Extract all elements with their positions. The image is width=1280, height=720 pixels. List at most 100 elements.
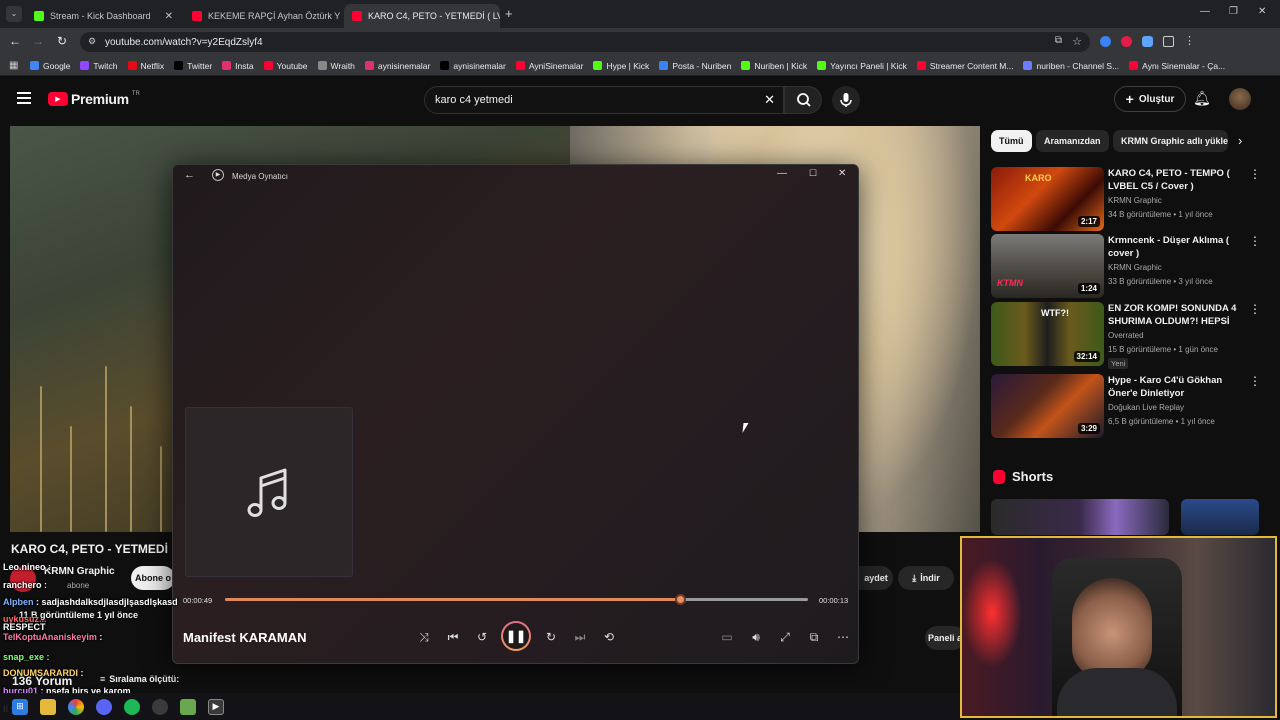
bookmark-item[interactable]: Yayıncı Paneli | Kick <box>817 61 907 71</box>
address-bar[interactable]: ⚙ youtube.com/watch?v=y2EqdZslyf4 ☆ ⧉ <box>80 32 1090 52</box>
kick-icon <box>34 11 44 21</box>
mini-player-button[interactable]: ⧉ <box>802 625 826 649</box>
fullscreen-button[interactable]: ⤢ <box>773 625 797 649</box>
menu-dots-icon[interactable]: ⋮ <box>1184 36 1195 47</box>
tab-search-icon[interactable]: ⌄ <box>6 6 22 22</box>
repeat-off-button[interactable]: ⟲ <box>597 625 621 649</box>
sort-label: Sıralama ölçütü: <box>109 674 180 684</box>
chip-all[interactable]: Tümü <box>991 130 1032 152</box>
shuffle-button[interactable]: ⤨ <box>412 625 436 649</box>
install-app-icon[interactable]: ⧉ <box>1055 35 1062 46</box>
list-item[interactable]: KARO 2:17 KARO C4, PETO - TEMPO ( LVBEL … <box>991 167 1276 231</box>
subscribe-button[interactable]: Abone o <box>131 566 175 590</box>
mp-minimize-icon[interactable]: — <box>777 168 787 179</box>
mp-close-icon[interactable]: ✕ <box>838 168 846 179</box>
back-icon[interactable]: ← <box>9 34 21 48</box>
bookmark-item[interactable]: aynisinemalar <box>440 61 506 71</box>
chip-channel-uploads[interactable]: KRMN Graphic adlı yükle <box>1113 130 1228 152</box>
forward-icon[interactable]: → <box>32 34 44 48</box>
short-thumbnail[interactable] <box>991 499 1169 535</box>
seek-bar[interactable] <box>225 594 808 605</box>
pause-button[interactable]: ❚❚ <box>501 621 531 651</box>
restore-window-icon[interactable]: ❐ <box>1229 6 1238 17</box>
bookmark-item[interactable]: Twitter <box>174 61 212 71</box>
notifications-bell-icon[interactable]: 🔔︎ <box>1193 90 1211 107</box>
media-player-taskbar-icon[interactable]: ▶ <box>208 698 224 715</box>
extension-icon[interactable] <box>1121 36 1132 47</box>
more-vert-icon[interactable]: ⋮ <box>1249 167 1261 181</box>
spotify-icon[interactable] <box>124 698 140 715</box>
list-item[interactable]: WTF?! 32:14 EN ZOR KOMP! SONUNDA 4 SHURI… <box>991 302 1276 369</box>
youtube-logo[interactable]: ▶ Premium TR <box>48 91 140 107</box>
clear-search-icon[interactable]: ✕ <box>764 92 775 108</box>
close-window-icon[interactable]: ✕ <box>1258 6 1266 17</box>
minimize-window-icon[interactable]: — <box>1200 6 1210 17</box>
bookmark-item[interactable]: AyniSinemalar <box>515 61 583 71</box>
more-options-button[interactable]: ⋯ <box>831 625 855 649</box>
bookmark-item[interactable]: Youtube <box>263 61 308 71</box>
create-button[interactable]: + Oluştur <box>1114 86 1186 112</box>
obs-icon[interactable] <box>152 698 168 715</box>
close-tab-icon[interactable]: ✕ <box>165 11 173 22</box>
extension-icon[interactable] <box>1142 36 1153 47</box>
app-icon[interactable] <box>180 698 196 715</box>
voice-search-button[interactable] <box>832 86 860 114</box>
bookmark-item[interactable]: Streamer Content M... <box>916 61 1013 71</box>
short-thumbnail[interactable] <box>1181 499 1259 535</box>
chrome-icon[interactable] <box>68 698 84 715</box>
bookmark-item[interactable]: Twitch <box>80 61 118 71</box>
puzzle-icon[interactable] <box>1163 36 1174 47</box>
chevron-right-icon[interactable]: › <box>1238 133 1242 148</box>
discord-icon[interactable] <box>96 698 112 715</box>
bookmark-item[interactable]: Posta - Nuriben <box>659 61 731 71</box>
search-button[interactable] <box>784 86 822 114</box>
channel-name[interactable]: KRMN Graphic <box>44 566 115 577</box>
apps-grid-icon[interactable]: ▦ <box>9 60 18 71</box>
previous-button[interactable]: ⏮︎ <box>441 625 465 649</box>
new-tab-button[interactable]: + <box>505 6 513 21</box>
next-button[interactable]: ⏭︎ <box>568 625 592 649</box>
tab-label: KARO C4, PETO - YETMEDİ ( LV <box>368 11 500 21</box>
site-info-icon[interactable]: ⚙ <box>88 36 96 47</box>
bookmark-item[interactable]: Insta <box>222 61 254 71</box>
mp-back-icon[interactable]: ← <box>184 169 195 181</box>
bookmark-item[interactable]: Netflix <box>127 61 164 71</box>
list-item[interactable]: KTMN 1:24 Krmncenk - Düşer Aklıma ( cove… <box>991 234 1276 298</box>
bookmark-star-icon[interactable]: ☆ <box>1072 35 1082 48</box>
more-vert-icon[interactable]: ⋮ <box>1249 302 1261 316</box>
windows-start-icon[interactable]: ⊞ <box>12 698 28 715</box>
file-explorer-icon[interactable] <box>40 698 56 715</box>
bookmark-item[interactable]: Hype | Kick <box>593 61 649 71</box>
more-vert-icon[interactable]: ⋮ <box>1249 374 1261 388</box>
media-player-window[interactable]: ← ▶ Medya Oynatıcı — ☐ ✕ 00:00:49 00:00:… <box>172 164 859 664</box>
bookmark-item[interactable]: aynisinemalar <box>364 61 430 71</box>
mp-maximize-icon[interactable]: ☐ <box>809 168 817 179</box>
bookmark-item[interactable]: nuriben - Channel S... <box>1023 61 1119 71</box>
hamburger-menu-icon[interactable] <box>17 92 31 104</box>
extension-icon[interactable] <box>1100 36 1111 47</box>
download-button[interactable]: ⤓ İndir <box>898 566 954 590</box>
tab-karo-c4-yetmedi[interactable]: KARO C4, PETO - YETMEDİ ( LV ✕ <box>344 4 500 28</box>
sort-comments[interactable]: ≡ Sıralama ölçütü: <box>100 674 179 684</box>
bookmark-item[interactable]: Aynı Sinemalar - Ça... <box>1129 61 1225 71</box>
bookmark-item[interactable]: Google <box>30 61 70 71</box>
tab-kick-dashboard[interactable]: Stream - Kick Dashboard ✕ <box>26 4 181 28</box>
reload-icon[interactable]: ↻ <box>57 34 67 48</box>
chat-panel-button[interactable]: Paneli a <box>925 626 965 650</box>
rewind-10-button[interactable]: ↺ <box>470 625 494 649</box>
save-label: aydet <box>864 573 888 583</box>
chat-message: RESPECT <box>3 622 46 632</box>
chip-from-search[interactable]: Aramanızdan <box>1036 130 1109 152</box>
search-input[interactable]: karo c4 yetmedi ✕ <box>424 86 784 114</box>
list-item[interactable]: 3:29 Hype - Karo C4'ü Gökhan Öner'e Dinl… <box>991 374 1276 438</box>
forward-30-button[interactable]: ↻ <box>539 625 563 649</box>
seek-thumb[interactable] <box>674 594 686 605</box>
volume-button[interactable]: 🔊︎ <box>744 625 768 649</box>
bookmark-item[interactable]: Nuriben | Kick <box>741 61 807 71</box>
cast-button[interactable]: ▭ <box>715 625 739 649</box>
more-vert-icon[interactable]: ⋮ <box>1249 234 1261 248</box>
tab-kekeme-rapci[interactable]: KEKEME RAPÇİ Ayhan Öztürk Y ✕ <box>184 4 342 28</box>
save-button[interactable]: aydet <box>859 566 893 590</box>
avatar[interactable] <box>1229 88 1251 110</box>
bookmark-item[interactable]: Wraith <box>317 61 355 71</box>
